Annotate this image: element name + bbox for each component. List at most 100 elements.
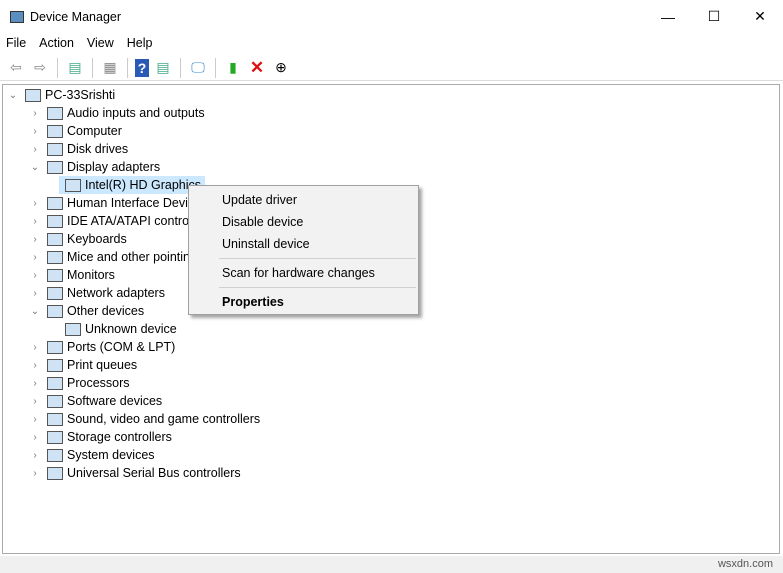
tree-item-label: Intel(R) HD Graphics <box>85 178 201 192</box>
menu-separator <box>219 258 416 259</box>
tree-item-label: Universal Serial Bus controllers <box>67 466 241 480</box>
menu-file[interactable]: File <box>0 36 33 50</box>
tree-item[interactable]: ⌄ Other devices <box>29 302 144 320</box>
expand-arrow-icon[interactable]: › <box>29 360 41 371</box>
maximize-button[interactable]: ☐ <box>691 0 737 33</box>
tree-child-item[interactable]: Intel(R) HD Graphics <box>59 176 205 194</box>
device-tree[interactable]: ⌄ PC-33Srishti › Audio inputs and outputs › C… <box>2 84 780 554</box>
scan-hardware-icon[interactable]: 🖵 <box>188 58 208 78</box>
tree-item[interactable]: › Disk drives <box>29 140 128 158</box>
help-icon[interactable]: ? <box>135 58 149 77</box>
menu-view[interactable]: View <box>81 36 121 50</box>
tree-item-label: Keyboards <box>67 232 127 246</box>
tree-root[interactable]: ⌄ PC-33Srishti <box>7 86 115 104</box>
menu-item-scan-hardware[interactable]: Scan for hardware changes <box>189 262 418 284</box>
device-icon <box>47 232 63 246</box>
tree-item[interactable]: › IDE ATA/ATAPI controllers <box>29 212 212 230</box>
menu-item-update-driver[interactable]: Update driver <box>189 189 418 211</box>
update-driver-icon[interactable]: ▮ <box>223 58 243 78</box>
menu-item-properties[interactable]: Properties <box>189 291 418 313</box>
tree-item[interactable]: › Sound, video and game controllers <box>29 410 260 428</box>
expand-arrow-icon[interactable]: › <box>29 144 41 155</box>
tree-item-label: Software devices <box>67 394 163 408</box>
expand-arrow-icon[interactable]: › <box>29 270 41 281</box>
tree-item-label: Sound, video and game controllers <box>67 412 261 426</box>
watermark: wsxdn.com <box>717 558 773 570</box>
device-icon <box>47 358 63 372</box>
status-bar <box>0 556 783 573</box>
close-button[interactable]: ✕ <box>737 0 783 33</box>
expand-arrow-icon[interactable]: › <box>29 198 41 209</box>
action-pane-icon[interactable]: ▤ <box>153 58 173 78</box>
properties-icon[interactable]: ▦ <box>100 58 120 78</box>
tree-item[interactable]: › System devices <box>29 446 154 464</box>
tree-item-label: Computer <box>67 124 122 138</box>
tree-item-label: Monitors <box>67 268 115 282</box>
tree-item[interactable]: ⌄ Display adapters <box>29 158 160 176</box>
tree-item-label: Other devices <box>67 304 145 318</box>
menu-item-disable-device[interactable]: Disable device <box>189 211 418 233</box>
tree-item[interactable]: › Audio inputs and outputs <box>29 104 204 122</box>
context-menu: Update driver Disable device Uninstall d… <box>188 185 419 315</box>
device-icon <box>47 142 63 156</box>
forward-icon[interactable]: ⇨ <box>30 58 50 78</box>
tree-child-item[interactable]: Unknown device <box>59 320 177 338</box>
show-hide-console-tree-icon[interactable]: ▤ <box>65 58 85 78</box>
device-icon <box>65 322 81 336</box>
device-icon <box>47 106 63 120</box>
expand-arrow-icon[interactable]: › <box>29 234 41 245</box>
expand-arrow-icon[interactable]: › <box>29 108 41 119</box>
uninstall-icon[interactable]: ✕ <box>247 58 267 78</box>
device-icon <box>47 412 63 426</box>
tree-item-label: PC-33Srishti <box>45 88 116 102</box>
device-manager-icon <box>10 10 24 23</box>
device-icon <box>65 178 81 192</box>
expand-arrow-icon[interactable]: › <box>29 450 41 461</box>
expand-arrow-icon[interactable]: › <box>29 396 41 407</box>
expand-arrow-icon[interactable]: › <box>29 468 41 479</box>
tree-item[interactable]: › Universal Serial Bus controllers <box>29 464 241 482</box>
back-icon[interactable]: ⇦ <box>6 58 26 78</box>
tree-item[interactable]: › Keyboards <box>29 230 127 248</box>
tree-item[interactable]: › Computer <box>29 122 122 140</box>
device-icon <box>47 196 63 210</box>
tree-item[interactable]: › Network adapters <box>29 284 165 302</box>
collapse-arrow-icon[interactable]: ⌄ <box>29 306 41 317</box>
device-icon <box>47 268 63 282</box>
tree-item-label: Network adapters <box>67 286 165 300</box>
device-icon <box>47 286 63 300</box>
tree-item-label: Print queues <box>67 358 138 372</box>
device-icon <box>47 304 63 318</box>
expand-arrow-icon[interactable]: › <box>29 414 41 425</box>
device-icon <box>47 466 63 480</box>
expand-arrow-icon[interactable]: › <box>29 126 41 137</box>
menu-action[interactable]: Action <box>33 36 81 50</box>
tree-item[interactable]: › Print queues <box>29 356 137 374</box>
tree-item-label: Disk drives <box>67 142 129 156</box>
tree-item[interactable]: › Storage controllers <box>29 428 172 446</box>
expand-arrow-icon[interactable]: › <box>29 342 41 353</box>
device-icon <box>47 394 63 408</box>
expand-arrow-icon[interactable]: › <box>29 432 41 443</box>
menu-help[interactable]: Help <box>121 36 160 50</box>
menu-item-uninstall-device[interactable]: Uninstall device <box>189 233 418 255</box>
device-icon <box>47 250 63 264</box>
disable-icon[interactable]: ⊕ <box>271 58 291 78</box>
expand-arrow-icon[interactable]: › <box>29 288 41 299</box>
tree-item[interactable]: › Ports (COM & LPT) <box>29 338 175 356</box>
tree-item[interactable]: › Software devices <box>29 392 162 410</box>
minimize-button[interactable]: — <box>645 0 691 33</box>
device-icon <box>47 448 63 462</box>
expand-arrow-icon[interactable]: › <box>29 252 41 263</box>
expand-arrow-icon[interactable]: › <box>29 216 41 227</box>
collapse-arrow-icon[interactable]: ⌄ <box>7 90 19 101</box>
tree-item[interactable]: › Processors <box>29 374 129 392</box>
tree-item[interactable]: › Human Interface Devices <box>29 194 207 212</box>
tree-item-label: Human Interface Devices <box>67 196 208 210</box>
expand-arrow-icon[interactable]: › <box>29 378 41 389</box>
menu-bar: File Action View Help <box>0 33 160 53</box>
collapse-arrow-icon[interactable]: ⌄ <box>29 162 41 173</box>
device-icon <box>47 214 63 228</box>
tree-item[interactable]: › Monitors <box>29 266 115 284</box>
device-icon <box>47 340 63 354</box>
